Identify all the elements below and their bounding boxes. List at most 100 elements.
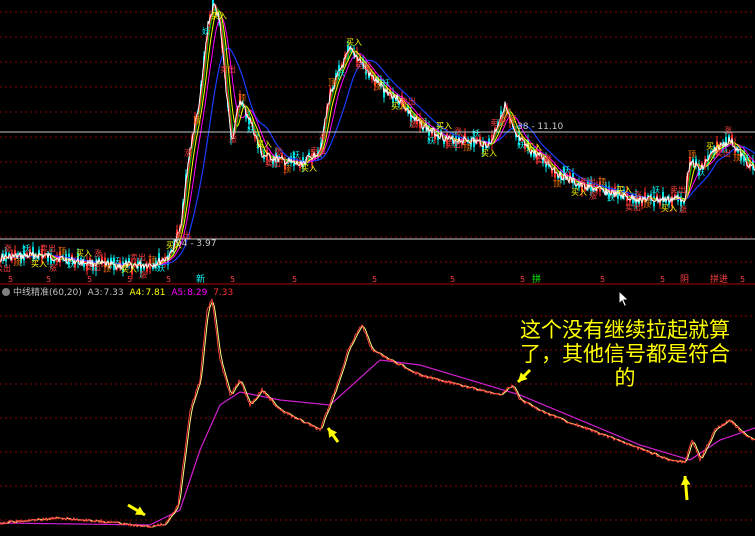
signal-tag: 涨	[49, 262, 57, 272]
signal-tag: 买入	[76, 249, 92, 258]
signal-tag: 顶	[418, 118, 426, 127]
a5-label: A5:	[171, 288, 187, 298]
signal-tag: 顶	[193, 116, 201, 125]
marker-digit: 5	[46, 275, 51, 284]
indicator-header[interactable]: 中线精准(60,20) A3:7.33 A4:7.81 A5:8.29 7.33	[2, 285, 236, 298]
signal-tag: 顶	[463, 143, 471, 152]
high-marker-label: 38 - 11.10	[517, 122, 563, 132]
annotation-line-3: 的	[614, 366, 636, 390]
signal-tag: 妖	[607, 193, 615, 203]
signal-tag: 顶	[508, 115, 516, 124]
signal-tag: 涨	[724, 125, 732, 135]
signal-tag: 涨	[94, 248, 102, 258]
signal-tag: 妖	[337, 68, 345, 78]
signal-tag: 顶	[238, 93, 246, 102]
mouse-pointer-icon	[618, 290, 630, 308]
signal-tag: 涨	[499, 113, 507, 123]
signal-tag: 买入	[256, 140, 272, 149]
signal-tag: 卖出	[310, 145, 326, 155]
signal-tag: 买入	[571, 188, 587, 197]
a5-value: 8.29	[187, 288, 208, 298]
signal-tag: 妖	[742, 153, 750, 163]
signal-tag: 买入	[301, 164, 317, 173]
signal-tag: 顶	[148, 256, 156, 265]
signal-tag: 妖	[697, 167, 705, 177]
signal-tag: 顶	[733, 153, 741, 162]
signal-tag: 卖出	[265, 158, 281, 168]
signal-tag: 涨	[229, 134, 237, 144]
a4-label: A4:	[129, 288, 145, 298]
signal-tag: 妖	[652, 184, 660, 194]
signal-tag: 涨	[364, 64, 372, 74]
marker-digit: 5	[372, 275, 377, 284]
signal-tag: 买入	[481, 149, 497, 158]
signal-tag: 妖	[247, 124, 255, 134]
signal-tag: 涨	[679, 204, 687, 214]
signal-tag: 卖出	[400, 96, 416, 106]
signal-tag: 妖	[427, 135, 435, 145]
signal-tag: 妖	[22, 243, 30, 253]
annotation-line-2: 了，其他信号都是符合	[520, 342, 730, 366]
signal-tag: 顶	[283, 165, 291, 174]
signal-tag: 卖出	[445, 140, 461, 150]
marker-digit: 5	[230, 275, 235, 284]
stock-chart[interactable]: 卖出涨顶妖买入卖出涨顶妖买入卖出涨顶妖买入卖出涨顶妖买入卖出涨顶妖买入卖出涨顶妖…	[0, 0, 755, 536]
signal-tag: 顶	[598, 178, 606, 187]
signal-tag: 妖	[382, 77, 390, 87]
signal-tag: 顶	[553, 179, 561, 188]
signal-tag: 妖	[202, 26, 210, 36]
marker-digit: 5	[8, 275, 13, 284]
signal-tag: 顶	[643, 200, 651, 209]
signal-tag: 涨	[184, 148, 192, 158]
signal-tag: 买入	[346, 38, 362, 47]
annotation-line-1: 这个没有继续拉起就算	[520, 318, 730, 342]
signal-tag: 买入	[661, 204, 677, 213]
a3-label: A3:	[87, 288, 103, 298]
marker-label: 拼	[532, 273, 541, 285]
marker-label: 新	[196, 273, 205, 285]
marker-digit: 5	[292, 275, 297, 284]
signal-tag: 涨	[589, 191, 597, 201]
a4-value: 7.81	[145, 288, 166, 298]
a3-value: 7.33	[103, 288, 124, 298]
signal-tag: 妖	[157, 263, 165, 273]
signal-tag: 涨	[409, 119, 417, 129]
indicator-select-icon[interactable]	[2, 288, 10, 296]
signal-tag: 顶	[373, 82, 381, 91]
signal-tag: 买入	[436, 122, 452, 131]
signal-tag: 顶	[328, 78, 336, 87]
signal-tag: 卖出	[670, 184, 686, 194]
signal-tag: 卖出	[625, 202, 641, 212]
signal-tag: 顶	[688, 150, 696, 159]
signal-tag: 顶	[13, 258, 21, 267]
signal-tag: 涨	[454, 126, 462, 136]
signal-tag: 妖	[112, 255, 120, 265]
signal-tag: 买入	[526, 143, 542, 152]
signal-tag: 买入	[121, 265, 137, 274]
signal-tag: 妖	[67, 259, 75, 269]
signal-tag: 顶	[58, 247, 66, 256]
marker-digit: 5	[740, 275, 745, 284]
signal-tag: 妖	[517, 140, 525, 150]
marker-digit: 5	[87, 275, 92, 284]
signal-tag: 妖	[292, 150, 300, 160]
signal-tag: 涨	[544, 153, 552, 163]
annotation-text: 这个没有继续拉起就算 了，其他信号都是符合的	[520, 318, 730, 390]
low-marker-label: 94 - 3.97	[176, 239, 216, 249]
marker-label: 阴	[680, 274, 689, 285]
signal-tag: 买入	[616, 185, 632, 194]
marker-digit: 5	[520, 275, 525, 284]
marker-label: 拼进	[710, 273, 728, 285]
signal-tag: 卖出	[580, 176, 596, 186]
signal-tag: 涨	[274, 146, 282, 156]
marker-digit: 5	[450, 275, 455, 284]
signal-tag: 卖出	[130, 252, 146, 262]
indicator-name: 中线精准(60,20)	[13, 288, 82, 298]
signal-tag: 买入	[31, 259, 47, 268]
signal-tag: 买入	[211, 12, 227, 21]
marker-digit: 5	[660, 275, 665, 284]
signal-tag: 妖	[472, 128, 480, 138]
marker-digit: 5	[166, 275, 171, 284]
signal-tag: 涨	[634, 190, 642, 200]
signal-tag: 卖出	[40, 243, 56, 253]
